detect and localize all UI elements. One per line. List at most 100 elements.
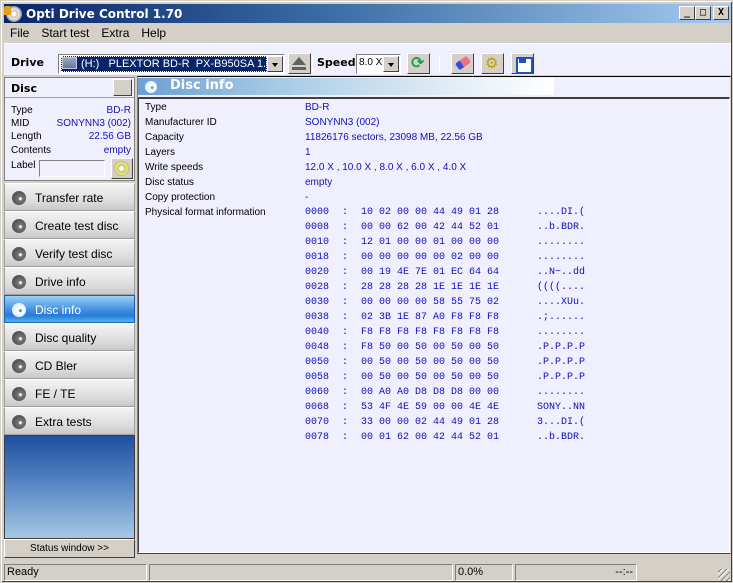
hex-colon: : — [342, 222, 349, 233]
speed-select-value: 8.0 X — [359, 57, 383, 68]
resize-grip[interactable] — [718, 569, 730, 581]
title-bar[interactable]: Opti Drive Control 1.70 _ □ X — [4, 4, 731, 23]
progress-percent: 0.0% — [455, 564, 513, 581]
disc-icon — [12, 415, 26, 429]
maximize-button[interactable]: □ — [695, 6, 711, 20]
hex-colon: : — [342, 372, 349, 383]
hex-colon: : — [342, 297, 349, 308]
hex-offset: 0030 — [305, 297, 330, 308]
menu-file[interactable]: File — [4, 26, 35, 40]
disc-row-length: Length 22.56 GB — [11, 131, 131, 145]
nav-item-create-test-disc[interactable]: Create test disc — [4, 211, 135, 239]
hex-ascii: SONY..NN — [537, 402, 586, 413]
drive-info-icon — [12, 275, 26, 289]
hex-colon: : — [342, 432, 349, 443]
nav-item-disc-info[interactable]: Disc info — [4, 295, 135, 323]
eject-button[interactable] — [288, 53, 311, 74]
nav-item-verify-test-disc[interactable]: Verify test disc — [4, 239, 135, 267]
menu-start-test[interactable]: Start test — [35, 26, 95, 40]
close-button[interactable]: X — [713, 6, 729, 20]
save-button[interactable] — [511, 53, 534, 74]
nav-item-label: Create test disc — [35, 219, 119, 233]
nav-item-extra-tests[interactable]: Extra tests — [4, 407, 135, 435]
nav-item-label: CD Bler — [35, 359, 78, 373]
menu-extra[interactable]: Extra — [95, 26, 135, 40]
hex-ascii: ....DI.( — [537, 207, 586, 218]
hex-colon: : — [342, 387, 349, 398]
nav-item-cd-bler[interactable]: CD Bler — [4, 351, 135, 379]
disc-row-value: 22.56 GB — [88, 131, 131, 142]
hex-bytes: 33 00 00 02 44 49 01 28 — [361, 417, 500, 428]
nav-item-label: Drive info — [35, 275, 86, 289]
hex-bytes: 00 50 00 50 00 50 00 50 — [361, 357, 500, 368]
refresh-button[interactable] — [407, 53, 430, 74]
app-icon — [4, 5, 22, 22]
hex-colon: : — [342, 267, 349, 278]
disc-panel-toggle-button[interactable] — [113, 79, 132, 96]
disc-row-value: SONYNN3 (002) — [56, 118, 131, 129]
hex-bytes: 00 19 4E 7E 01 EC 64 64 — [361, 267, 500, 278]
hex-ascii: ..N~..dd — [537, 267, 586, 278]
nav-item-transfer-rate[interactable]: Transfer rate — [4, 183, 135, 211]
window-title: Opti Drive Control 1.70 — [26, 6, 183, 21]
disc-info-icon — [12, 303, 26, 317]
hex-ascii: ........ — [537, 387, 586, 398]
info-row-value: 1 — [305, 147, 311, 158]
disc-row-key: MID — [11, 118, 30, 129]
hex-offset: 0078 — [305, 432, 330, 443]
menu-help[interactable]: Help — [135, 26, 172, 40]
disc-icon — [12, 191, 26, 205]
info-row-key: Physical format information — [145, 207, 266, 218]
nav-item-fe-te[interactable]: FE / TE — [4, 379, 135, 407]
label-input[interactable] — [39, 160, 105, 177]
status-window-button[interactable]: Status window >> — [4, 539, 135, 558]
hex-colon: : — [342, 342, 349, 353]
disc-panel-header: Disc — [5, 78, 134, 98]
status-bar: Ready 0.0% --:-- — [4, 563, 731, 582]
disc-row-contents: Contents empty — [11, 145, 131, 159]
disc-row-key: Length — [11, 131, 42, 142]
hex-offset: 0060 — [305, 387, 330, 398]
minimize-button[interactable]: _ — [679, 6, 695, 20]
disc-info-icon — [145, 81, 157, 93]
hex-ascii: ..b.BDR. — [537, 432, 586, 443]
nav-item-disc-quality[interactable]: Disc quality — [4, 323, 135, 351]
info-row-key: Layers — [145, 147, 176, 158]
drive-icon — [62, 57, 77, 69]
hex-bytes: 28 28 28 28 1E 1E 1E 1E — [361, 282, 500, 293]
hex-offset: 0050 — [305, 357, 330, 368]
drive-dropdown-button[interactable] — [267, 56, 283, 72]
erase-button[interactable] — [451, 53, 474, 74]
hex-bytes: 10 02 00 00 44 49 01 28 — [361, 207, 500, 218]
disc-row-key: Contents — [11, 145, 52, 156]
elapsed-time: --:-- — [515, 564, 637, 581]
disc-row-mid: MID SONYNN3 (002) — [11, 118, 131, 132]
hex-ascii: ........ — [537, 237, 586, 248]
tools-button[interactable] — [481, 53, 504, 74]
info-row-key: Write speeds — [145, 162, 204, 173]
speed-dropdown-button[interactable] — [383, 56, 399, 72]
hex-offset: 0020 — [305, 267, 330, 278]
nav-item-drive-info[interactable]: Drive info — [4, 267, 135, 295]
disc-icon — [12, 219, 26, 233]
hex-offset: 0028 — [305, 282, 330, 293]
nav-item-label: FE / TE — [35, 387, 76, 401]
label-disc-button[interactable] — [111, 158, 133, 179]
info-row-value: SONYNN3 (002) — [305, 117, 380, 128]
hex-ascii: .;...... — [537, 312, 586, 323]
hex-colon: : — [342, 207, 349, 218]
info-row-key: Copy protection — [145, 192, 216, 203]
drive-select[interactable]: (H:) PLEXTOR BD-R PX-B950SA 1.04 — [58, 54, 285, 74]
disc-row-value: BD-R — [106, 105, 131, 116]
hex-colon: : — [342, 402, 349, 413]
hex-bytes: 12 01 00 00 01 00 00 00 — [361, 237, 500, 248]
hex-offset: 0040 — [305, 327, 330, 338]
window-controls: _ □ X — [679, 6, 729, 20]
hex-ascii: .P.P.P.P — [537, 357, 586, 368]
hex-offset: 0000 — [305, 207, 330, 218]
speed-select[interactable]: 8.0 X — [356, 54, 401, 74]
speed-label: Speed — [317, 56, 356, 69]
hex-offset: 0018 — [305, 252, 330, 263]
hex-offset: 0068 — [305, 402, 330, 413]
hex-bytes: 00 01 62 00 42 44 52 01 — [361, 432, 500, 443]
